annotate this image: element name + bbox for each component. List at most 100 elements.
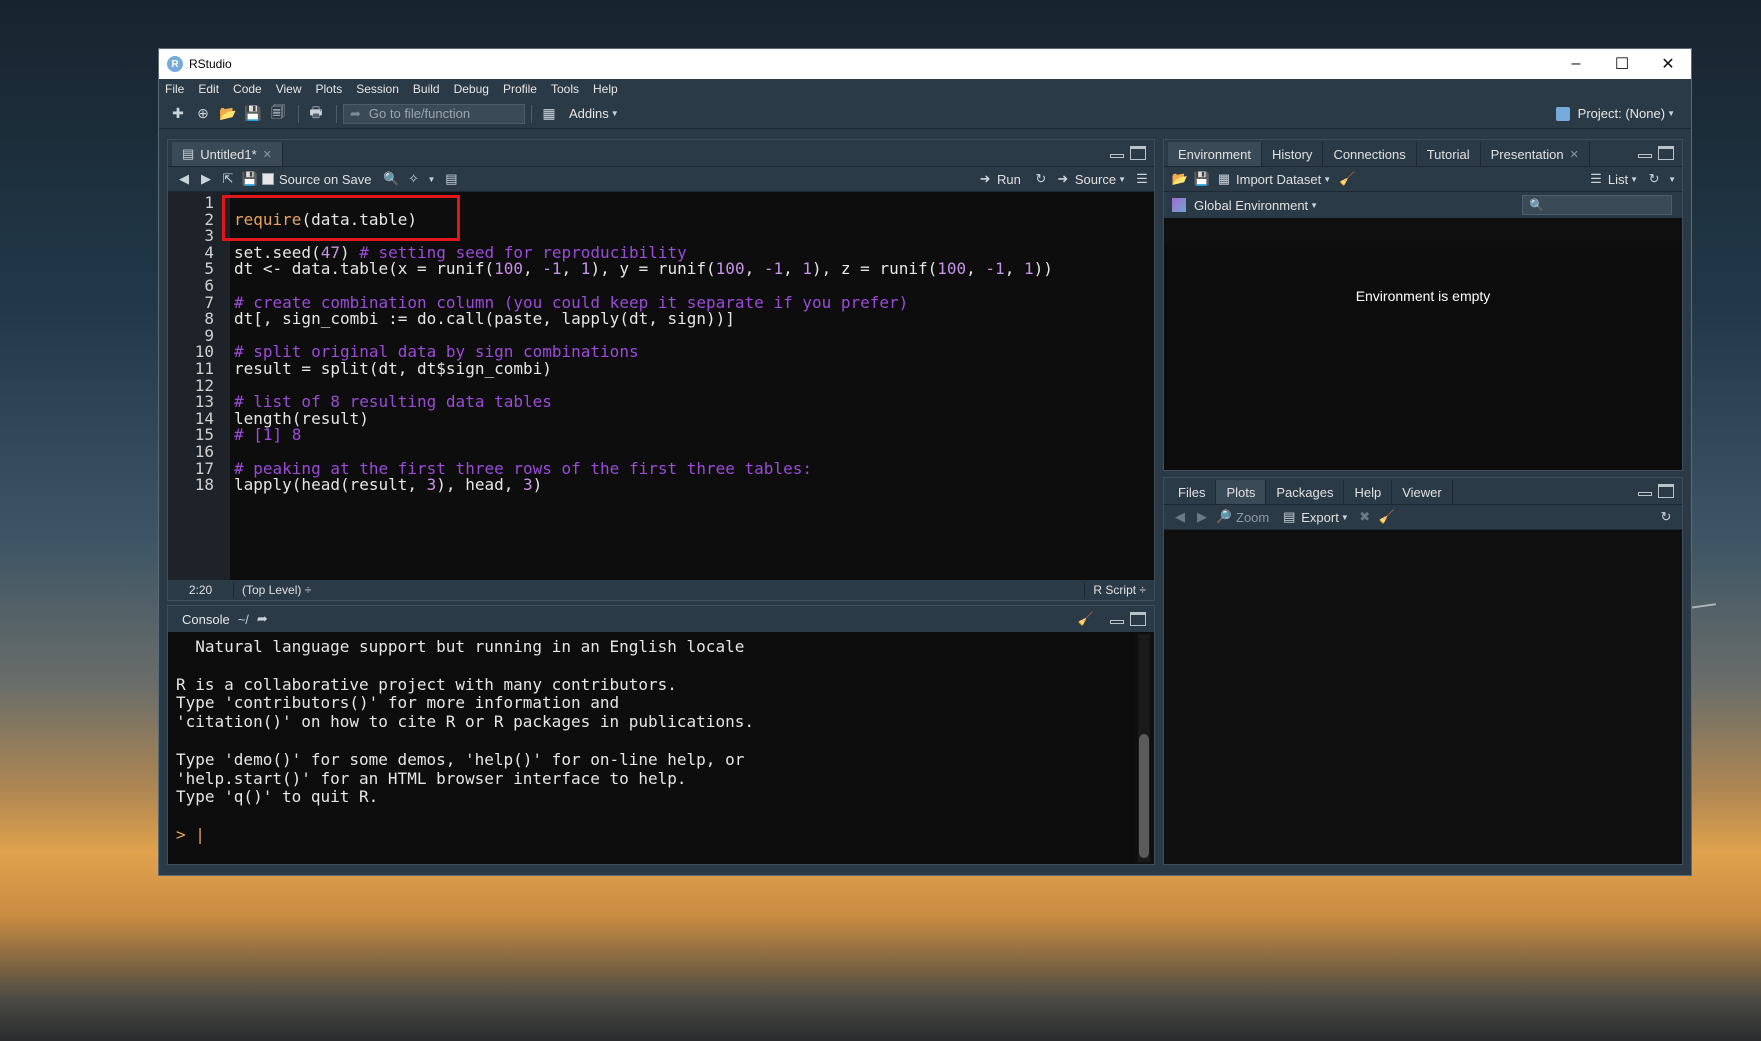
- minimize-files-icon[interactable]: [1638, 492, 1652, 496]
- code-area[interactable]: 1 2 require(data.table) 3 4 set.seed(47) # se…: [168, 192, 1154, 580]
- scope-level[interactable]: (Top Level) ÷: [234, 583, 311, 597]
- code-token: 1: [802, 259, 813, 279]
- maximize-files-icon[interactable]: [1658, 484, 1674, 498]
- console-prompt[interactable]: > |: [176, 825, 1126, 845]
- close-button[interactable]: ✕: [1645, 49, 1691, 79]
- close-tab-icon[interactable]: ✕: [263, 148, 272, 161]
- menu-debug[interactable]: Debug: [454, 82, 489, 96]
- menu-file[interactable]: File: [165, 82, 184, 96]
- menu-code[interactable]: Code: [233, 82, 262, 96]
- go-to-file-input[interactable]: ➦ Go to file/function: [343, 103, 525, 124]
- minimize-console-icon[interactable]: [1110, 620, 1124, 624]
- tab-history[interactable]: History: [1261, 142, 1324, 166]
- clear-workspace-broom-icon[interactable]: 🧹: [1337, 169, 1357, 189]
- outline-icon[interactable]: ☰: [1132, 169, 1152, 189]
- tab-presentation[interactable]: Presentation ✕: [1480, 142, 1590, 166]
- menu-edit[interactable]: Edit: [198, 82, 219, 96]
- new-project-icon[interactable]: ⊕: [192, 104, 214, 124]
- tab-files[interactable]: Files: [1168, 480, 1217, 504]
- maximize-button[interactable]: ☐: [1599, 49, 1645, 79]
- minimize-button[interactable]: –: [1553, 49, 1599, 79]
- menu-session[interactable]: Session: [356, 82, 399, 96]
- export-button[interactable]: Export: [1301, 510, 1339, 525]
- console-output[interactable]: Natural language support but running in …: [168, 632, 1134, 864]
- rerun-icon[interactable]: ↻: [1031, 169, 1051, 189]
- menu-help[interactable]: Help: [593, 82, 618, 96]
- tab-viewer[interactable]: Viewer: [1392, 480, 1453, 504]
- env-search-input[interactable]: 🔍: [1522, 195, 1672, 215]
- find-icon[interactable]: 🔍: [382, 169, 402, 189]
- code-token: )): [1033, 259, 1053, 279]
- source-button[interactable]: Source: [1075, 172, 1116, 187]
- next-plot-icon[interactable]: ▶: [1192, 507, 1212, 527]
- source-caret-icon[interactable]: ▼: [1118, 175, 1126, 184]
- run-button[interactable]: Run: [997, 172, 1021, 187]
- remove-plot-icon[interactable]: ✖: [1355, 507, 1375, 527]
- project-menu[interactable]: Project: (None) ▼: [1555, 106, 1681, 121]
- presentation-label: Presentation: [1490, 146, 1564, 162]
- refresh-caret-icon[interactable]: ▼: [1668, 175, 1676, 184]
- clear-console-icon[interactable]: 🧹: [1078, 611, 1094, 627]
- code-token: (data.table): [301, 209, 418, 229]
- go-to-dir-icon[interactable]: ➦: [257, 611, 268, 627]
- code-token: require: [234, 209, 302, 229]
- load-workspace-icon[interactable]: 📂: [1170, 169, 1190, 189]
- maximize-env-icon[interactable]: [1658, 146, 1674, 160]
- maximize-pane-icon[interactable]: [1130, 146, 1146, 160]
- menu-plots[interactable]: Plots: [316, 82, 343, 96]
- file-type[interactable]: R Script ÷: [1084, 583, 1154, 597]
- console-title[interactable]: Console: [182, 612, 230, 627]
- tab-packages[interactable]: Packages: [1266, 480, 1345, 504]
- save-file-icon[interactable]: 💾: [240, 169, 260, 189]
- save-workspace-icon[interactable]: 💾: [1192, 169, 1212, 189]
- save-all-icon[interactable]: 🗐: [267, 104, 289, 124]
- source-editor-pane: ▤ Untitled1* ✕ ◀ ▶ ⇱ 💾 Source on Save 🔍 …: [167, 139, 1155, 601]
- global-environment-select[interactable]: Global Environment: [1194, 198, 1308, 213]
- menu-build[interactable]: Build: [413, 82, 440, 96]
- tab-plots[interactable]: Plots: [1216, 480, 1267, 504]
- tab-help[interactable]: Help: [1344, 480, 1393, 504]
- code-line[interactable]: 18 lapply(head(result, 3), head, 3): [168, 475, 1154, 495]
- tab-untitled1[interactable]: ▤ Untitled1* ✕: [172, 142, 283, 166]
- import-dataset-button[interactable]: Import Dataset: [1236, 172, 1321, 187]
- code-tools-wand-icon[interactable]: ✧: [404, 169, 424, 189]
- tab-label: Untitled1*: [200, 146, 257, 162]
- minimize-pane-icon[interactable]: [1110, 154, 1124, 158]
- menu-profile[interactable]: Profile: [503, 82, 537, 96]
- rstudio-logo-icon: R: [167, 56, 183, 72]
- scrollbar-thumb[interactable]: [1139, 734, 1149, 858]
- import-caret-icon[interactable]: ▼: [1323, 175, 1331, 184]
- tab-connections[interactable]: Connections: [1323, 142, 1417, 166]
- show-in-window-icon[interactable]: ⇱: [218, 169, 238, 189]
- source-on-save-checkbox[interactable]: [262, 173, 274, 185]
- zoom-button[interactable]: Zoom: [1236, 510, 1269, 525]
- list-view-button[interactable]: List: [1608, 172, 1628, 187]
- refresh-env-icon[interactable]: ↻: [1644, 169, 1664, 189]
- close-presentation-icon[interactable]: ✕: [1570, 148, 1579, 161]
- tab-environment[interactable]: Environment: [1168, 142, 1262, 166]
- minimize-env-icon[interactable]: [1638, 154, 1652, 158]
- menu-view[interactable]: View: [276, 82, 302, 96]
- list-caret-icon[interactable]: ▼: [1630, 175, 1638, 184]
- export-caret-icon[interactable]: ▼: [1341, 513, 1349, 522]
- tab-tutorial[interactable]: Tutorial: [1416, 142, 1481, 166]
- code-token: 1: [580, 259, 591, 279]
- scope-caret-icon[interactable]: ▼: [1310, 201, 1318, 210]
- new-file-icon[interactable]: ✚: [167, 104, 189, 124]
- open-file-icon[interactable]: 📂: [217, 104, 239, 124]
- back-arrow-icon[interactable]: ◀: [174, 169, 194, 189]
- refresh-plots-icon[interactable]: ↻: [1656, 507, 1676, 527]
- prev-plot-icon[interactable]: ◀: [1170, 507, 1190, 527]
- maximize-console-icon[interactable]: [1130, 612, 1146, 626]
- code-token: 100: [715, 259, 745, 279]
- forward-arrow-icon[interactable]: ▶: [196, 169, 216, 189]
- compile-report-icon[interactable]: ▤: [441, 169, 461, 189]
- pane-layout-icon[interactable]: ▦: [538, 104, 560, 124]
- clear-plots-broom-icon[interactable]: 🧹: [1377, 507, 1397, 527]
- console-scrollbar[interactable]: [1138, 634, 1150, 862]
- menu-tools[interactable]: Tools: [551, 82, 579, 96]
- print-icon[interactable]: 🖶: [305, 104, 327, 124]
- export-icon: ▤: [1283, 509, 1296, 524]
- addins-menu[interactable]: Addins: [569, 106, 609, 121]
- save-icon[interactable]: 💾: [242, 104, 264, 124]
